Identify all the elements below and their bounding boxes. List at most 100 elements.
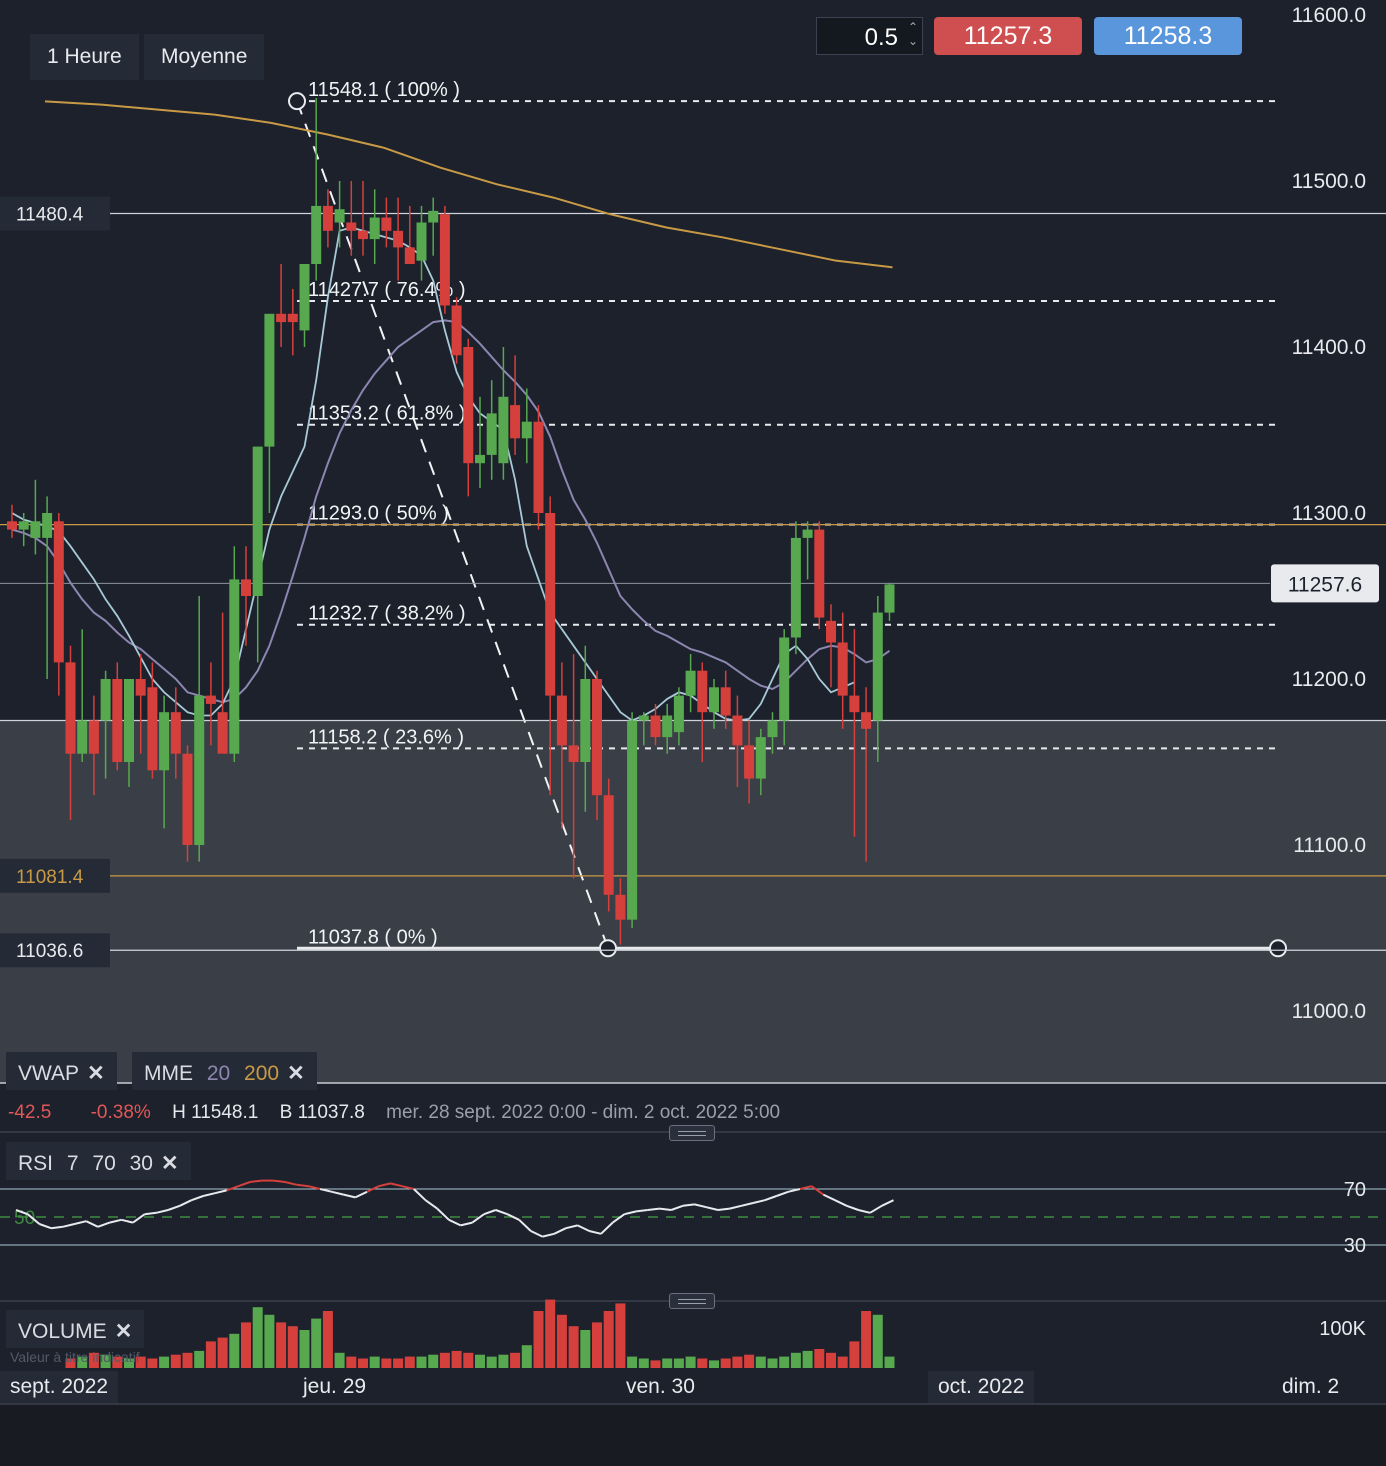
volume-bar — [439, 1352, 450, 1368]
volume-bar — [346, 1356, 357, 1368]
volume-bar — [510, 1352, 521, 1368]
mme-fast-period: 20 — [206, 1062, 231, 1085]
candle-body — [510, 405, 521, 439]
volume-bar — [170, 1354, 181, 1368]
candle-body — [603, 795, 614, 895]
pane-resize-handle[interactable] — [669, 1125, 715, 1141]
candle-body — [709, 687, 719, 713]
candle-body — [264, 313, 275, 447]
candle-body — [884, 584, 895, 613]
volume-bar — [662, 1358, 673, 1368]
volume-bar — [568, 1326, 579, 1368]
fibonacci-level-label: 11232.7 ( 38.2% ) — [308, 603, 466, 625]
candle-body — [124, 679, 134, 762]
volume-bar — [217, 1337, 228, 1368]
timeframe-selector[interactable]: 1 Heure — [30, 34, 139, 80]
candle-body — [428, 210, 439, 223]
fibonacci-level-label: 11158.2 ( 23.6% ) — [308, 726, 464, 748]
bottom-bar — [0, 1405, 1386, 1466]
candle-body — [732, 715, 743, 746]
rsi-segment — [717, 1207, 730, 1211]
candle-body — [112, 679, 123, 762]
candle-body — [404, 247, 415, 264]
close-icon[interactable]: ✕ — [161, 1152, 179, 1175]
rsi-lower-label: 30 — [1344, 1235, 1366, 1257]
candle — [814, 521, 825, 630]
volume-bar — [358, 1358, 368, 1368]
mme-indicator-tag[interactable]: MME 20 200 ✕ — [132, 1052, 317, 1090]
candle-body — [673, 695, 684, 733]
y-tick-label: 11500.0 — [1292, 170, 1366, 193]
volume-bar — [252, 1307, 263, 1368]
volume-bar — [849, 1341, 860, 1368]
rsi-label: RSI — [18, 1152, 54, 1175]
close-icon[interactable]: ✕ — [115, 1320, 133, 1343]
volume-bar — [767, 1358, 778, 1368]
volume-bar — [182, 1352, 193, 1368]
y-tick-label: 11300.0 — [1292, 502, 1366, 525]
trading-chart[interactable]: 11600.0 11500.0 11400.0 11300.0 11200.0 11100… — [0, 0, 1386, 1466]
vwap-indicator-tag[interactable]: VWAP ✕ — [6, 1052, 117, 1090]
rsi-upper: 70 — [92, 1152, 116, 1175]
rsi-upper-label: 70 — [1344, 1179, 1366, 1201]
fibonacci-anchor-handle[interactable] — [288, 92, 306, 111]
candle-body — [814, 529, 825, 618]
volume-indicator-tag[interactable]: VOLUME ✕ — [6, 1310, 145, 1348]
candle-body — [592, 679, 602, 796]
candle — [790, 521, 801, 655]
close-icon[interactable]: ✕ — [287, 1062, 305, 1085]
fibonacci-level-label: 11293.0 ( 50% ) — [308, 503, 449, 525]
volume-bar — [802, 1350, 813, 1368]
candle-body — [346, 222, 357, 231]
volume-bar — [463, 1352, 474, 1368]
close-icon[interactable]: ✕ — [87, 1062, 105, 1085]
candle-body — [615, 894, 626, 920]
rsi-segment — [249, 1179, 262, 1183]
quantity-stepper-icon[interactable]: ⌃ ⌄ — [908, 20, 918, 48]
candle-body — [194, 695, 205, 845]
candle-body — [205, 695, 216, 704]
chart-type-selector[interactable]: Moyenne — [144, 34, 265, 80]
quantity-input[interactable]: 0.5 ⌃ ⌄ — [816, 17, 923, 55]
level-price-tag: 11081.4 — [0, 858, 110, 893]
fibonacci-level-label: 11548.1 ( 100% ) — [308, 79, 460, 101]
volume-bar — [159, 1356, 170, 1368]
candle-body — [135, 679, 146, 696]
y-tick-label: 11600.0 — [1292, 4, 1366, 27]
candle-body — [30, 521, 41, 538]
candle-body — [311, 205, 322, 264]
candle-body — [826, 620, 836, 643]
candle-body — [697, 670, 708, 713]
candle — [533, 405, 544, 530]
volume-bar — [416, 1356, 427, 1368]
volume-bar — [486, 1356, 497, 1368]
volume-bar — [334, 1352, 345, 1368]
candle — [627, 712, 638, 928]
candle-body — [393, 230, 404, 248]
rsi-indicator-tag[interactable]: RSI 7 70 30 ✕ — [6, 1142, 191, 1180]
sell-button[interactable]: 11257.3 — [934, 17, 1082, 55]
fibonacci-anchor-handle[interactable] — [1269, 939, 1287, 958]
volume-bar — [299, 1330, 310, 1368]
pane-resize-handle[interactable] — [669, 1293, 715, 1309]
candle-body — [627, 720, 638, 920]
fibonacci-anchor-handle[interactable] — [599, 939, 617, 958]
volume-bar — [276, 1322, 287, 1368]
volume-bar — [685, 1356, 696, 1368]
candle-body — [358, 230, 368, 240]
rsi-segment — [50, 1225, 63, 1230]
candle-body — [53, 521, 64, 663]
volume-bar — [592, 1322, 602, 1368]
price-stats: -42.5 -0.38% H 11548.1 B 11037.8 mer. 28… — [8, 1102, 796, 1124]
candle — [451, 297, 462, 364]
buy-button[interactable]: 11258.3 — [1094, 17, 1242, 55]
date-range: mer. 28 sept. 2022 0:00 - dim. 2 oct. 20… — [386, 1102, 781, 1123]
candle-body — [556, 695, 567, 746]
rsi-segment — [144, 1211, 157, 1216]
volume-scale-label: 100K — [1319, 1318, 1366, 1340]
volume-bar — [194, 1350, 205, 1368]
volume-bar — [732, 1356, 743, 1368]
volume-bar — [720, 1358, 731, 1368]
volume-bar — [369, 1356, 380, 1368]
candle-body — [416, 222, 427, 261]
